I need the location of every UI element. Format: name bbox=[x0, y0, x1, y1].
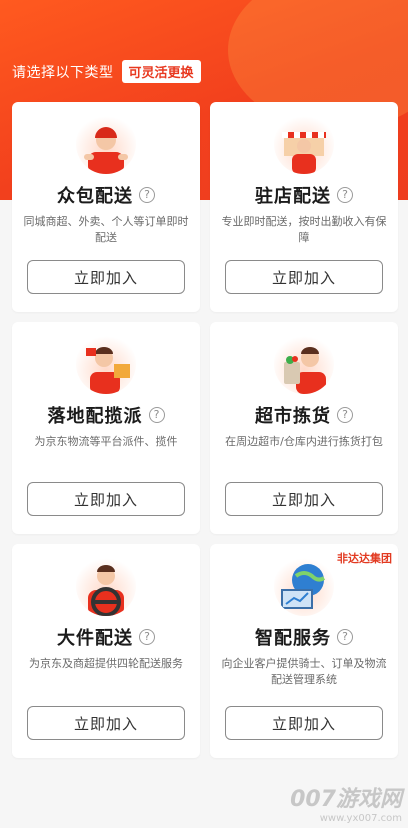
card-title: 众包配送 bbox=[57, 186, 133, 207]
join-button[interactable]: 立即加入 bbox=[27, 260, 185, 294]
join-button[interactable]: 立即加入 bbox=[225, 260, 383, 294]
card-description: 向企业客户提供骑士、订单及物流配送管理系统 bbox=[221, 657, 387, 686]
flexible-change-badge: 可灵活更换 bbox=[121, 60, 201, 83]
card-title: 智配服务 bbox=[255, 628, 331, 649]
card-title: 超市拣货 bbox=[255, 406, 331, 427]
courier-helmet-icon bbox=[76, 114, 136, 174]
join-button[interactable]: 立即加入 bbox=[27, 482, 185, 516]
watermark-title: 007游戏网 bbox=[290, 787, 402, 812]
join-button[interactable]: 立即加入 bbox=[27, 706, 185, 740]
steering-wheel-icon bbox=[76, 556, 136, 616]
card-description: 在周边超市/仓库内进行拣货打包 bbox=[225, 435, 383, 448]
heading-prompt: 请选择以下类型 bbox=[12, 64, 114, 81]
help-icon[interactable]: ? bbox=[337, 407, 353, 423]
card-title: 驻店配送 bbox=[255, 186, 331, 207]
card-instore-delivery[interactable]: 驻店配送 ? 专业即时配送，按时出勤收入有保障 立即加入 bbox=[210, 102, 398, 312]
card-last-mile-pickup[interactable]: 落地配揽派 ? 为京东物流等平台派件、揽件 立即加入 bbox=[12, 322, 200, 534]
parcel-courier-icon bbox=[76, 334, 136, 394]
grocery-bag-icon bbox=[274, 334, 334, 394]
card-bulky-delivery[interactable]: 大件配送 ? 为京东及商超提供四轮配送服务 立即加入 bbox=[12, 544, 200, 758]
help-icon[interactable]: ? bbox=[337, 629, 353, 645]
card-description: 同城商超、外卖、个人等订单即时配送 bbox=[23, 215, 189, 244]
site-watermark: 007游戏网 www.yx007.com bbox=[290, 781, 402, 824]
help-icon[interactable]: ? bbox=[337, 187, 353, 203]
card-supermarket-picking[interactable]: 超市拣货 ? 在周边超市/仓库内进行拣货打包 立即加入 bbox=[210, 322, 398, 534]
card-title: 大件配送 bbox=[57, 628, 133, 649]
non-dada-group-tag: 非达达集团 bbox=[337, 552, 392, 565]
card-description: 为京东物流等平台派件、揽件 bbox=[34, 435, 178, 448]
watermark-url: www.yx007.com bbox=[319, 813, 402, 824]
join-button[interactable]: 立即加入 bbox=[225, 482, 383, 516]
help-icon[interactable]: ? bbox=[139, 629, 155, 645]
type-heading: 请选择以下类型 可灵活更换 bbox=[12, 60, 201, 83]
card-description: 专业即时配送，按时出勤收入有保障 bbox=[221, 215, 387, 244]
help-icon[interactable]: ? bbox=[139, 187, 155, 203]
globe-computer-icon bbox=[274, 556, 334, 616]
storefront-courier-icon bbox=[274, 114, 334, 174]
card-crowdsource-delivery[interactable]: 众包配送 ? 同城商超、外卖、个人等订单即时配送 立即加入 bbox=[12, 102, 200, 312]
help-icon[interactable]: ? bbox=[148, 407, 165, 423]
join-button[interactable]: 立即加入 bbox=[225, 706, 383, 740]
card-description: 为京东及商超提供四轮配送服务 bbox=[29, 657, 183, 670]
service-type-grid: 众包配送 ? 同城商超、外卖、个人等订单即时配送 立即加入 驻店配送 ? 专业即… bbox=[12, 102, 398, 758]
card-smart-dispatch-service[interactable]: 非达达集团 智配服务 ? 向企业客户提供骑士、订单及物流配送管理系统 立即加入 bbox=[210, 544, 398, 758]
card-title: 落地配揽派 bbox=[47, 406, 143, 427]
